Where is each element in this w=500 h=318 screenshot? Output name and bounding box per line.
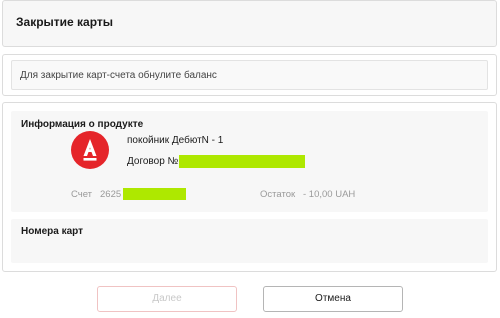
- product-section-title: Информация о продукте: [21, 119, 144, 130]
- contract-label: Договор №: [127, 156, 179, 167]
- page-title: Закрытие карты: [16, 15, 114, 29]
- product-info-section: Информация о продукте покойник ДебютN - …: [11, 111, 488, 212]
- balance-label: Остаток: [260, 189, 296, 200]
- info-panel: Для закрытие карт-счета обнулите баланс: [2, 54, 497, 96]
- cancel-button[interactable]: Отмена: [263, 286, 403, 312]
- main-panel: Информация о продукте покойник ДебютN - …: [2, 102, 497, 272]
- product-name: покойник ДебютN - 1: [127, 135, 224, 146]
- info-message-box: Для закрытие карт-счета обнулите баланс: [11, 60, 488, 90]
- card-numbers-section: Номера карт: [11, 219, 488, 263]
- account-number-redaction: [123, 188, 186, 200]
- bank-logo-icon: [71, 131, 109, 169]
- card-numbers-title: Номера карт: [21, 226, 84, 237]
- header-panel: Закрытие карты: [2, 0, 497, 47]
- contract-number-redaction: [179, 155, 305, 168]
- account-number: 2625: [100, 189, 122, 200]
- info-message: Для закрытие карт-счета обнулите баланс: [20, 70, 217, 81]
- next-button[interactable]: Далее: [97, 286, 237, 312]
- balance-value: - 10,00 UAH: [303, 189, 356, 200]
- account-label: Счет: [71, 189, 93, 200]
